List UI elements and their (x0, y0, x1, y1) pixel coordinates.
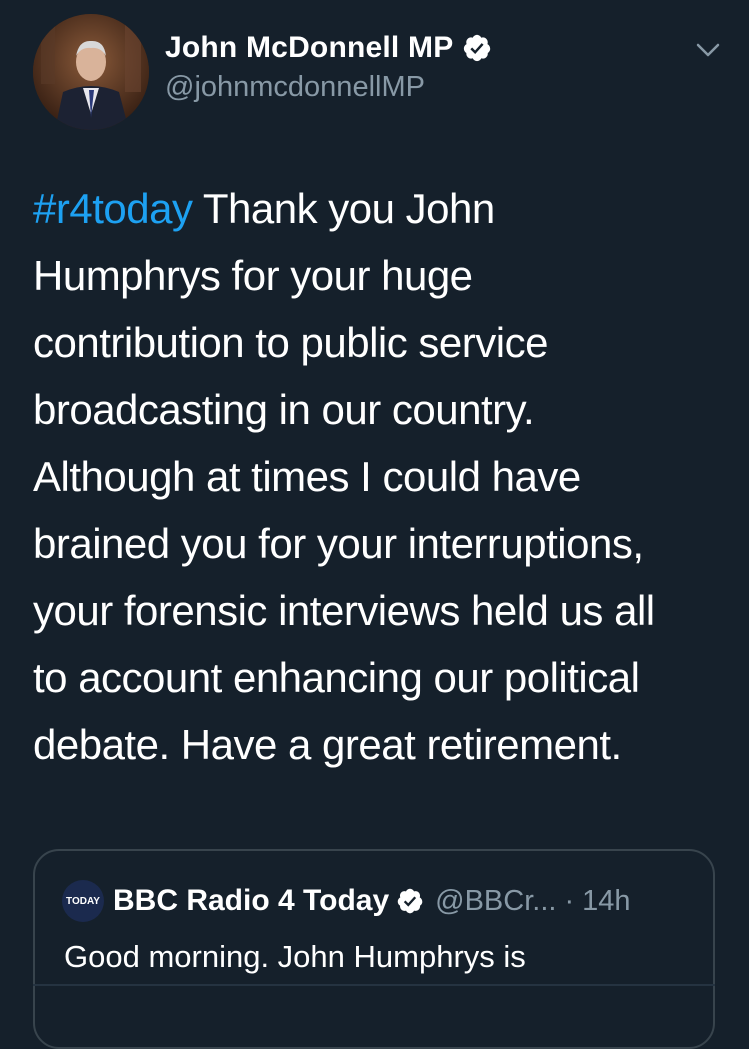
tweet-text-line: broadcasting in our country. (33, 386, 535, 433)
author-name-row[interactable]: John McDonnell MP (165, 28, 492, 68)
author-handle[interactable]: @johnmcdonnellMP (165, 71, 425, 104)
tweet-text-segment: Thank you John (192, 185, 495, 232)
tweet-text-line: debate. Have a great retirement. (33, 721, 622, 768)
tweet-text-line: contribution to public service (33, 319, 548, 366)
tweet-text-line: to account enhancing our political (33, 654, 640, 701)
author-avatar[interactable] (33, 14, 149, 130)
tweet-text-line: Humphrys for your huge (33, 252, 473, 299)
quoted-tweet-timestamp[interactable]: · 14h (564, 885, 630, 918)
quoted-author-name[interactable]: BBC Radio 4 Today (113, 884, 389, 918)
chevron-down-icon[interactable] (695, 40, 721, 60)
hashtag-link[interactable]: #r4today (33, 185, 193, 232)
tweet-text: #r4today Thank you John Humphrys for you… (33, 175, 723, 778)
quoted-avatar-logo: TODAY (66, 895, 100, 907)
quoted-tweet-card[interactable]: TODAY BBC Radio 4 Today @BBCr... · 14h G… (33, 849, 715, 1049)
tweet-text-line: Although at times I could have (33, 453, 581, 500)
quoted-tweet-header: BBC Radio 4 Today @BBCr... · 14h (113, 880, 631, 922)
divider (33, 984, 715, 986)
tweet-text-line: #r4today Thank you John (33, 175, 723, 242)
quoted-author-handle[interactable]: @BBCr... (435, 885, 556, 918)
author-display-name[interactable]: John McDonnell MP (165, 31, 453, 65)
quoted-author-avatar[interactable]: TODAY (62, 880, 104, 922)
tweet-text-line: your forensic interviews held us all (33, 587, 655, 634)
quoted-tweet-text: Good morning. John Humphrys is (64, 939, 526, 974)
tweet-text-line: brained you for your interruptions, (33, 520, 644, 567)
verified-badge-icon (462, 33, 492, 63)
verified-badge-icon (396, 887, 424, 915)
